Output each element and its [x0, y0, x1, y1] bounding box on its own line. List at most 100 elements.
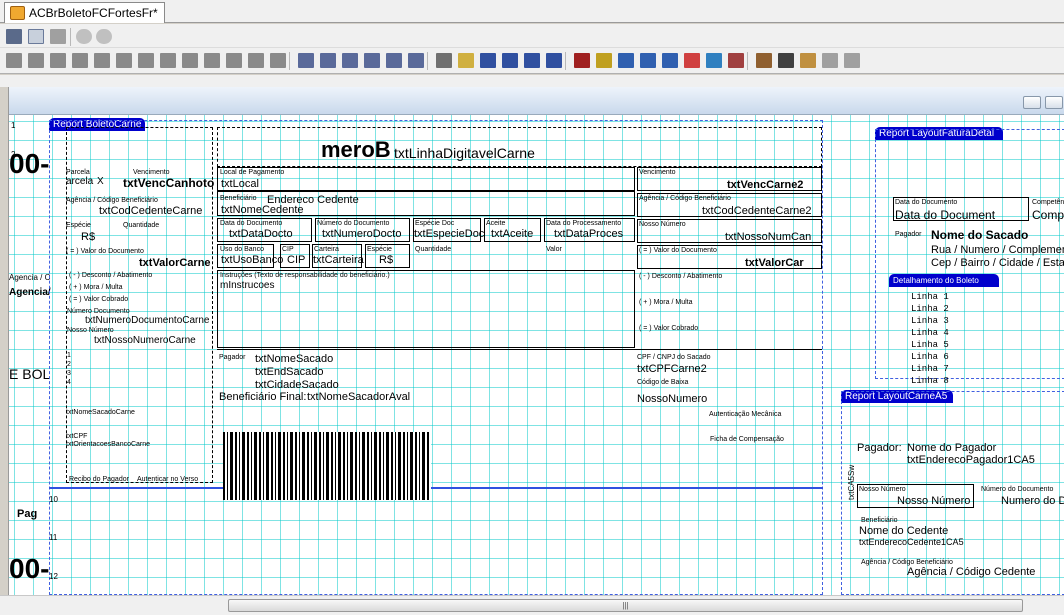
- toolbar-separator: [565, 52, 566, 70]
- toolbar-tool-icon[interactable]: [160, 53, 176, 68]
- toolbar-tool-icon[interactable]: [298, 53, 314, 68]
- toolbar-tool-icon[interactable]: [386, 53, 402, 68]
- carne-a5-pagador-nome: Nome do Pagador: [907, 442, 997, 454]
- dataproc-label: Data do Processamento: [546, 220, 622, 227]
- toolbar-tool-icon[interactable]: [618, 53, 634, 68]
- cut-icon[interactable]: [6, 29, 22, 44]
- fatura-linha-8: Linha 8: [911, 376, 949, 386]
- cod-cedente-value: txtCodCedenteCarne: [99, 205, 203, 217]
- toolbar-tool-icon[interactable]: [756, 53, 772, 68]
- toolbar-tool-icon[interactable]: [204, 53, 220, 68]
- toolbar-tool-icon[interactable]: [684, 53, 700, 68]
- line-1: 1: [67, 352, 71, 359]
- parcela-value: arcela: [66, 176, 94, 187]
- left-fragment-bol: E BOL: [9, 366, 51, 382]
- toolbar-tool-icon[interactable]: [138, 53, 154, 68]
- redo-icon[interactable]: [96, 29, 112, 44]
- undo-icon[interactable]: [76, 29, 92, 44]
- toolbar-tool-icon[interactable]: [524, 53, 540, 68]
- toolbar-separator: [747, 52, 748, 70]
- mora-right-label: ( + ) Mora / Multa: [639, 299, 693, 306]
- toolbar-tool-icon[interactable]: [270, 53, 286, 68]
- agencia-right-value: txtCodCedenteCarne2: [702, 205, 812, 217]
- fatura-linha-7: Linha 7: [911, 364, 949, 374]
- design-grid: 00- Agencia / C Agencia/ E BOL Pag 00- R…: [9, 115, 1064, 595]
- toolbar-spacer: [0, 75, 1064, 87]
- carne-a5-numdoc-label: Número do Documento: [981, 486, 1054, 493]
- nosso-right-value: txtNossoNumCan: [725, 231, 812, 243]
- toolbar-tool-icon[interactable]: [458, 53, 474, 68]
- toolbar-tool-icon[interactable]: [116, 53, 132, 68]
- minimize-button[interactable]: [1023, 96, 1041, 109]
- toolbar-tool-icon[interactable]: [6, 53, 22, 68]
- benef-final-label: Beneficiário Final:: [219, 391, 307, 403]
- nosso-value: txtNossoNumeroCarne: [94, 335, 196, 346]
- toolbar-tool-icon[interactable]: [408, 53, 424, 68]
- toolbar-tool-icon[interactable]: [574, 53, 590, 68]
- fatura-linha-5: Linha 5: [911, 340, 949, 350]
- toolbar-tool-icon[interactable]: [596, 53, 612, 68]
- horizontal-scrollbar[interactable]: |||: [0, 595, 1064, 615]
- numero-banco: meroB: [321, 137, 391, 162]
- carne-a5-pagador-end: txtEnderecoPagador1CA5: [907, 454, 1035, 466]
- toolbar-tool-icon[interactable]: [706, 53, 722, 68]
- fatura-datadoc-value: Data do Document: [895, 208, 996, 222]
- ruler-12: 12: [49, 572, 58, 581]
- toolbar-tool-icon[interactable]: [728, 53, 744, 68]
- ruler-11: 11: [49, 533, 58, 542]
- toolbar-tool-icon[interactable]: [342, 53, 358, 68]
- toolbar-tool-icon[interactable]: [72, 53, 88, 68]
- toolbar-tool-icon[interactable]: [844, 53, 860, 68]
- report-designer-canvas[interactable]: 00- Agencia / C Agencia/ E BOL Pag 00- R…: [8, 87, 1064, 595]
- toolbar-tool-icon[interactable]: [320, 53, 336, 68]
- carne-a5-numdoc-value: Numero do Do: [1001, 495, 1064, 507]
- nosso-right-label: Nosso Número: [639, 221, 686, 228]
- fatura-comp-value: Comp: [1032, 208, 1064, 222]
- toolbar-tool-icon[interactable]: [94, 53, 110, 68]
- carne-a5-agencia-value: Agência / Código Cedente: [907, 566, 1036, 578]
- fatura-linha-2: Linha 2: [911, 304, 949, 314]
- agencia-right-label: Agência / Código Beneficiário: [639, 195, 731, 202]
- autenticacao-mecanica-label: Autenticação Mecânica: [709, 411, 782, 418]
- local-label: Local de Pagamento: [220, 169, 285, 176]
- copy-icon[interactable]: [28, 29, 44, 44]
- toolbar-tool-icon[interactable]: [364, 53, 380, 68]
- toolbar-tool-icon[interactable]: [662, 53, 678, 68]
- aceite-label: Aceite: [486, 220, 506, 227]
- left-fragment-agencia: Agencia / C: [9, 273, 51, 282]
- mora-label: ( + ) Mora / Multa: [69, 284, 123, 291]
- ruler-1: 1: [11, 121, 16, 130]
- toolbar-tool-icon[interactable]: [778, 53, 794, 68]
- especie-value: R$: [379, 254, 394, 266]
- aceite-value: txtAceite: [491, 228, 534, 240]
- toolbar-tool-icon[interactable]: [28, 53, 44, 68]
- toolbar-separator: [70, 28, 71, 46]
- pagador-cidade: txtCidadeSacado: [255, 379, 339, 391]
- document-tab-title: ACBrBoletoFCFortesFr*: [29, 6, 158, 20]
- toolbar-tool-icon[interactable]: [226, 53, 242, 68]
- toolbar-tool-icon[interactable]: [480, 53, 496, 68]
- paste-icon[interactable]: [50, 29, 66, 44]
- toolbar-tool-icon[interactable]: [182, 53, 198, 68]
- toolbar-tool-icon[interactable]: [248, 53, 264, 68]
- band-divider: [49, 487, 823, 489]
- document-tab[interactable]: ACBrBoletoFCFortesFr*: [4, 2, 165, 23]
- toolbar-tool-icon[interactable]: [640, 53, 656, 68]
- band-detalhamento[interactable]: Detalhamento do Boleto: [889, 274, 999, 287]
- toolbar-tool-icon[interactable]: [436, 53, 452, 68]
- desconto-right-label: ( - ) Desconto / Abatimento: [639, 273, 723, 280]
- scrollbar-thumb[interactable]: |||: [228, 599, 1023, 612]
- ruler-10: 10: [49, 495, 58, 504]
- toolbar-tool-icon[interactable]: [546, 53, 562, 68]
- edit-toolbar: [0, 24, 1064, 48]
- venc-right-label: Vencimento: [639, 169, 676, 176]
- toolbar-tool-icon[interactable]: [50, 53, 66, 68]
- fatura-cep: Cep / Bairro / Cidade / Estac: [931, 257, 1064, 269]
- toolbar-tool-icon[interactable]: [502, 53, 518, 68]
- toolbar-tool-icon[interactable]: [822, 53, 838, 68]
- toolbar-tool-icon[interactable]: [800, 53, 816, 68]
- codbaixa-label: Código de Baixa: [637, 379, 689, 386]
- datadoc-label: Data do Documento: [220, 220, 283, 227]
- restore-button[interactable]: [1045, 96, 1063, 109]
- linha-digitavel: txtLinhaDigitavelCarne: [394, 145, 535, 161]
